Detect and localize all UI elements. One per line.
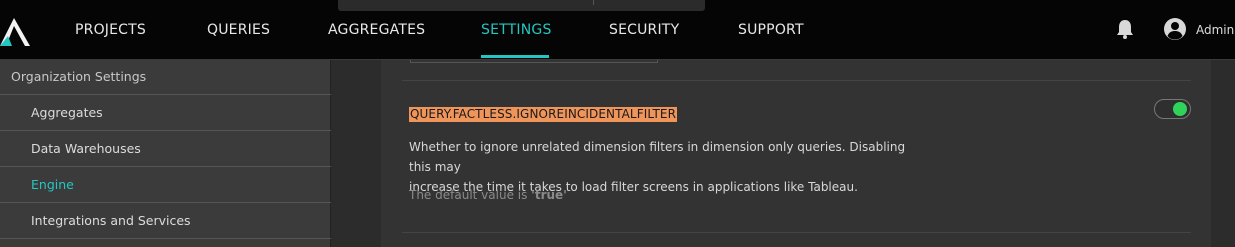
settings-sidebar: Organization Settings Aggregates Data Wa… [0, 60, 331, 247]
default-prefix: The default value is [409, 188, 532, 202]
top-navbar: PROJECTS QUERIES AGGREGATES SETTINGS SEC… [0, 0, 1235, 60]
user-name[interactable]: Admin [1196, 0, 1234, 60]
sidebar-item-integrations[interactable]: Integrations and Services [0, 203, 331, 239]
overlay-separator [593, 0, 594, 5]
dropdown-overlay [338, 0, 705, 11]
setting-default-value: The default value is 'true' [409, 188, 567, 202]
notifications-bell-icon[interactable] [1114, 18, 1136, 40]
previous-setting-input[interactable] [410, 60, 658, 63]
sidebar-item-data-warehouses[interactable]: Data Warehouses [0, 131, 331, 167]
description-line-1: Whether to ignore unrelated dimension fi… [409, 140, 906, 174]
setting-key: QUERY.FACTLESS.IGNOREINCIDENTALFILTER [409, 107, 678, 122]
sidebar-item-aggregates[interactable]: Aggregates [0, 95, 331, 131]
sidebar-item-engine[interactable]: Engine [0, 167, 331, 203]
divider [402, 232, 1191, 233]
divider [402, 80, 1191, 81]
main-content: QUERY.FACTLESS.IGNOREINCIDENTALFILTER Wh… [331, 60, 1235, 247]
default-value: 'true' [531, 188, 567, 202]
nav-support[interactable]: SUPPORT [738, 0, 804, 60]
app-logo-icon[interactable] [0, 14, 32, 46]
setting-toggle[interactable] [1154, 99, 1191, 119]
nav-projects[interactable]: PROJECTS [75, 0, 146, 60]
settings-panel: QUERY.FACTLESS.IGNOREINCIDENTALFILTER Wh… [381, 60, 1211, 247]
toggle-knob [1173, 102, 1187, 116]
nav-queries[interactable]: QUERIES [207, 0, 270, 60]
sidebar-header: Organization Settings [0, 60, 331, 95]
user-avatar-icon[interactable] [1163, 17, 1187, 41]
active-nav-underline [481, 55, 549, 58]
